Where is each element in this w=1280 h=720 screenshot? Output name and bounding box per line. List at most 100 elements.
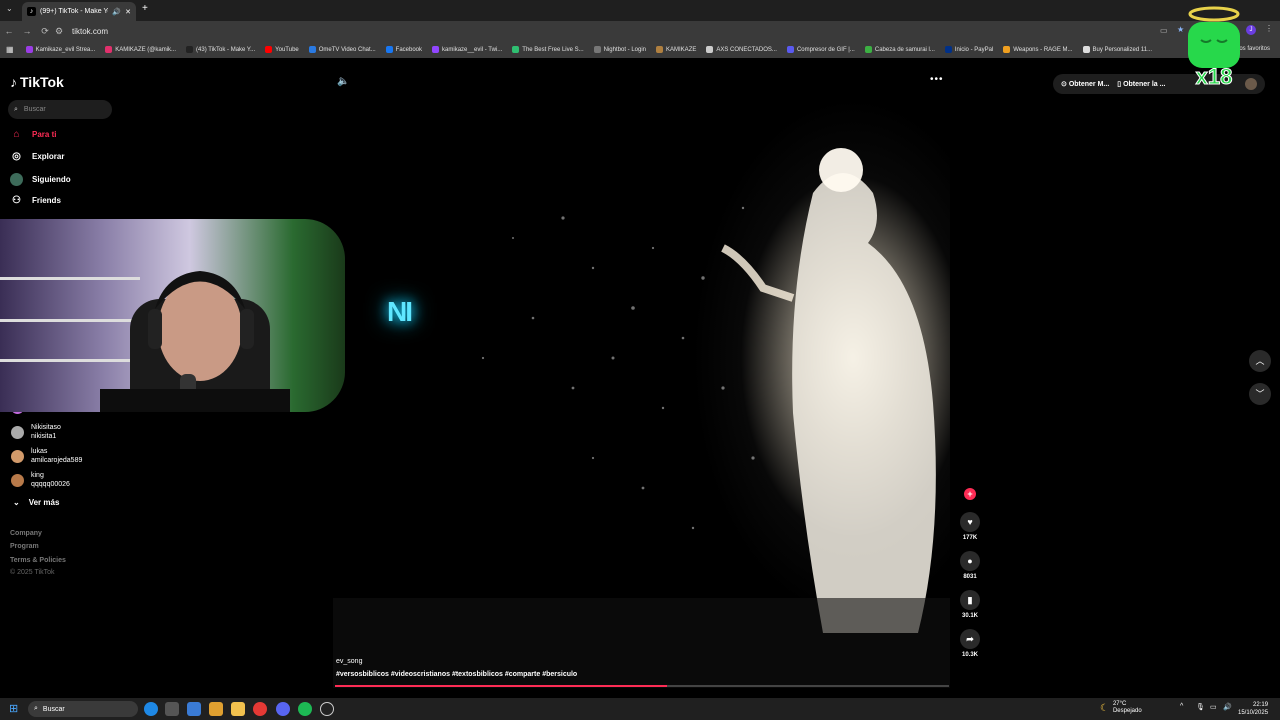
browser-tab[interactable]: ♪ (99+) TikTok - Make Your D 🔊 ✕ [22, 2, 136, 21]
nav-for-you[interactable]: ⌂ Para ti [10, 129, 56, 140]
bookmark-label: Cabeza de samurai l... [874, 46, 935, 53]
nav-following[interactable]: Siguiendo [10, 173, 71, 186]
network-icon[interactable]: ▭ [1210, 703, 1217, 711]
bookmark-label: Compresor de GIF |... [796, 46, 855, 53]
app-icon[interactable] [165, 702, 179, 716]
bookmark-item[interactable]: KAMIKAZE [656, 46, 696, 53]
bookmark-item[interactable]: Inicio - PayPal [944, 46, 993, 53]
user-avatar[interactable] [1245, 78, 1257, 90]
tiktok-logo[interactable]: ♪ TikTok [10, 74, 64, 90]
microphone-icon[interactable]: 🎙 [1196, 703, 1205, 711]
taskbar-search[interactable]: ⌕ Buscar [28, 701, 138, 717]
discord-icon[interactable] [276, 702, 290, 716]
save-button[interactable]: ▮ 30.1K [958, 590, 982, 619]
apps-grid-icon[interactable]: ▦ [6, 45, 14, 54]
video-hashtags[interactable]: #versosbiblicos #videoscristianos #texto… [336, 671, 577, 678]
previous-video-button[interactable]: ︿ [1249, 350, 1271, 372]
bookmark-label: YouTube [275, 46, 299, 53]
heart-icon: ♥ [960, 512, 980, 532]
bookmark-item[interactable]: AXS CONECTADOS... [706, 46, 777, 53]
forward-icon[interactable]: → [18, 26, 36, 36]
cast-icon[interactable]: ▭ [1160, 26, 1168, 35]
volume-icon[interactable]: 🔈 [337, 76, 349, 87]
url-field[interactable]: tiktok.com [72, 27, 108, 36]
comment-button[interactable]: ● 8031 [958, 551, 982, 580]
bookmark-item[interactable]: Buy Personalized 11... [1082, 46, 1152, 53]
new-tab-button[interactable]: + [142, 3, 148, 14]
home-icon: ⌂ [13, 129, 20, 140]
video-author[interactable]: ev_song [336, 658, 362, 665]
weather-widget[interactable]: ☾ 27°C Despejado [1100, 701, 1142, 715]
file-explorer-icon[interactable] [231, 702, 245, 716]
bookmark-item[interactable]: kamikaze__evil - Twi... [432, 46, 502, 53]
profile-avatar[interactable]: J [1246, 25, 1256, 35]
webcam-overlay [0, 219, 345, 412]
chevron-down-icon: ⌄ [13, 498, 20, 507]
site-info-icon[interactable]: ⚙ [54, 26, 64, 37]
footer-program-link[interactable]: Program [10, 543, 39, 550]
bookmark-item[interactable]: YouTube [265, 46, 299, 53]
follow-author-button[interactable]: + [958, 488, 982, 503]
bookmark-item[interactable]: Kamikaze_evil Strea... [25, 46, 96, 53]
next-video-button[interactable]: ﹀ [1249, 383, 1271, 405]
following-account[interactable]: king qqqqq00026 [11, 471, 70, 489]
weather-condition: Despejado [1112, 708, 1142, 714]
x18-sticker: x18 [1188, 6, 1240, 90]
bookmark-label: Kamikaze_evil Strea... [35, 46, 96, 53]
bookmark-item[interactable]: (43) TikTok - Make Y... [186, 46, 255, 53]
footer-terms-link[interactable]: Terms & Policies [10, 557, 66, 564]
bookmark-label: AXS CONECTADOS... [716, 46, 777, 53]
following-account[interactable]: lukas amilcarojeda589 [11, 447, 82, 465]
following-account[interactable]: Nikisitaso nikisita1 [11, 423, 61, 441]
windows-start-icon[interactable]: ⊞ [9, 702, 18, 715]
get-app-button[interactable]: ⊙ Obtener M... [1061, 80, 1109, 88]
avatar [11, 473, 24, 487]
bookmark-item[interactable]: The Best Free Live S... [512, 46, 584, 53]
see-more-button[interactable]: ⌄ Ver más [13, 498, 59, 507]
share-button[interactable]: ➦ 10.3K [958, 629, 982, 658]
chevron-down-icon: ﹀ [1255, 389, 1265, 399]
bookmark-label: Facebook [395, 46, 423, 53]
bookmark-item[interactable]: Weapons - RAGE M... [1003, 46, 1073, 53]
nav-explore[interactable]: ◎ Explorar [10, 151, 64, 162]
reload-icon[interactable]: ⟳ [36, 26, 54, 37]
account-name: king [31, 472, 44, 479]
video-player[interactable]: NI [333, 58, 950, 688]
more-options-icon[interactable]: ••• [930, 74, 944, 85]
footer-company-link[interactable]: Company [10, 530, 42, 537]
account-handle: nikisita1 [31, 433, 57, 440]
bookmark-favicon-icon [105, 46, 113, 53]
bookmark-item[interactable]: Nightbot - Login [593, 46, 646, 53]
tray-chevron-icon[interactable]: ^ [1180, 703, 1183, 710]
spotify-icon[interactable] [298, 702, 312, 716]
tab-list-icon[interactable]: ⌄ [6, 4, 13, 13]
bookmark-item[interactable]: KAMIKAZE (@kamik... [105, 46, 176, 53]
moon-icon: ☾ [1100, 702, 1109, 714]
get-pc-app-button[interactable]: ▯ Obtener la ... [1117, 80, 1165, 88]
bookmark-item[interactable]: OmeTV Video Chat... [308, 46, 376, 53]
bookmark-favicon-icon [512, 46, 520, 53]
obs-icon[interactable] [320, 702, 334, 716]
speaker-icon[interactable]: 🔊 [1223, 703, 1232, 711]
mute-tab-icon[interactable]: 🔊 [112, 8, 121, 16]
edge-icon[interactable] [144, 702, 158, 716]
nav-friends[interactable]: ⚇ Friends [10, 195, 61, 206]
streamer-figure [100, 271, 290, 412]
bookmark-item[interactable]: Cabeza de samurai l... [864, 46, 935, 53]
bookmark-item[interactable]: Facebook [385, 46, 423, 53]
browser-menu-icon[interactable]: ⋮ [1265, 24, 1273, 33]
video-progress-bar[interactable] [335, 685, 949, 687]
close-tab-icon[interactable]: ✕ [125, 8, 131, 16]
chrome-icon[interactable] [253, 702, 267, 716]
account-handle: qqqqq00026 [31, 481, 70, 488]
system-clock[interactable]: 22:19 15/10/2025 [1238, 701, 1268, 717]
account-handle: amilcarojeda589 [31, 457, 83, 464]
back-icon[interactable]: ← [0, 26, 18, 36]
like-button[interactable]: ♥ 177K [958, 512, 982, 541]
app-icon[interactable] [209, 702, 223, 716]
search-input[interactable]: ⌕ Buscar [8, 100, 112, 119]
app-icon[interactable] [187, 702, 201, 716]
nav-label: Explorar [32, 152, 65, 161]
bookmark-item[interactable]: Compresor de GIF |... [786, 46, 855, 53]
chevron-up-icon: ︿ [1255, 356, 1265, 366]
